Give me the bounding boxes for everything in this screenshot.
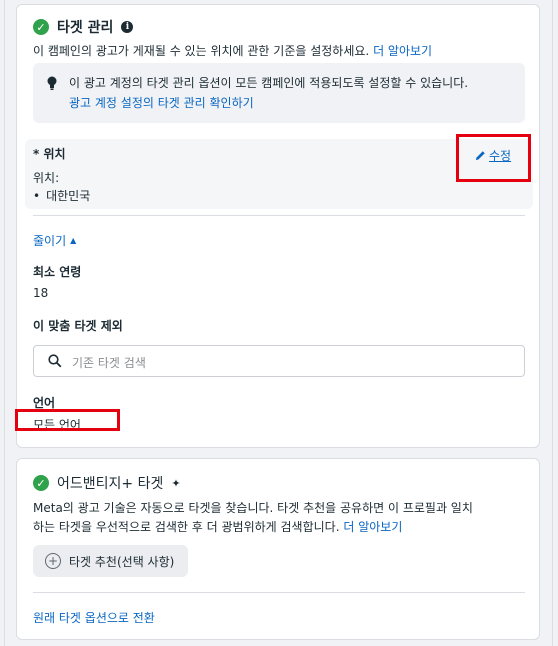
- switch-targeting-link[interactable]: 원래 타겟 옵션으로 전환: [33, 609, 155, 626]
- advantage-description-line2-row: 하는 타겟을 우선적으로 검색한 후 더 광범위하게 검색합니다. 더 알아보기: [33, 518, 473, 537]
- divider: [33, 215, 525, 216]
- targeting-header: ✓ 타겟 관리 i: [33, 17, 134, 37]
- advantage-description-line2: 하는 타겟을 우선적으로 검색한 후 더 광범위하게 검색합니다.: [33, 520, 340, 534]
- exclude-audience-label: 이 맞춤 타겟 제외: [33, 319, 123, 333]
- advantage-card: ✓ 어드밴티지+ 타겟 ✦ Meta의 광고 기술은 자동으로 타겟을 찾습니다…: [16, 458, 540, 640]
- check-circle-icon: ✓: [33, 19, 49, 35]
- advantage-description-line1: Meta의 광고 기술은 자동으로 타겟을 찾습니다. 타겟 추천을 공유하면 …: [33, 501, 473, 515]
- location-label: * 위치: [33, 147, 66, 161]
- check-circle-icon: ✓: [33, 475, 49, 491]
- location-value: 대한민국: [46, 189, 91, 203]
- right-border: [552, 0, 553, 646]
- collapse-label: 줄이기: [33, 234, 67, 248]
- suggest-audience-label: 타겟 추천(선택 사항): [69, 554, 175, 569]
- account-controls-notice: 이 광고 계정의 타겟 관리 옵션이 모든 캠페인에 적용되도록 설정할 수 있…: [33, 63, 525, 123]
- highlight-language-box: [15, 409, 120, 431]
- targeting-description: 이 캠페인의 광고가 게재될 수 있는 위치에 관한 기준을 설정하세요.: [33, 44, 370, 58]
- search-placeholder: 기존 타겟 검색: [72, 356, 146, 370]
- highlight-edit-box: [456, 134, 531, 182]
- targeting-title: 타겟 관리: [57, 20, 114, 36]
- min-age-value: 18: [33, 286, 49, 300]
- caret-up-icon: ▲: [70, 236, 77, 245]
- suggest-audience-button[interactable]: + 타겟 추천(선택 사항): [33, 545, 189, 577]
- collapse-button[interactable]: 줄이기 ▲: [33, 232, 76, 249]
- targeting-card: ✓ 타겟 관리 i 이 캠페인의 광고가 게재될 수 있는 위치에 관한 기준을…: [16, 4, 540, 448]
- advantage-header: ✓ 어드밴티지+ 타겟 ✦: [33, 473, 181, 493]
- left-border: [4, 0, 5, 646]
- account-settings-link[interactable]: 광고 계정 설정의 타겟 관리 확인하기: [69, 93, 513, 113]
- advantage-title: 어드밴티지+ 타겟: [57, 476, 164, 492]
- advantage-learn-more-link[interactable]: 더 알아보기: [343, 520, 402, 534]
- search-icon: [48, 354, 62, 368]
- plus-circle-icon: +: [45, 553, 61, 569]
- info-icon[interactable]: i: [121, 21, 134, 33]
- notice-text: 이 광고 계정의 타겟 관리 옵션이 모든 캠페인에 적용되도록 설정할 수 있…: [69, 76, 469, 90]
- min-age-label: 최소 연령: [33, 265, 82, 279]
- divider: [33, 592, 525, 593]
- lightbulb-icon: [47, 76, 57, 90]
- location-value-row: • 대한민국: [33, 187, 90, 204]
- learn-more-link[interactable]: 더 알아보기: [373, 44, 432, 58]
- sparkle-icon: ✦: [171, 476, 181, 490]
- advantage-description: Meta의 광고 기술은 자동으로 타겟을 찾습니다. 타겟 추천을 공유하면 …: [33, 499, 473, 537]
- targeting-description-row: 이 캠페인의 광고가 게재될 수 있는 위치에 관한 기준을 설정하세요. 더 …: [33, 42, 432, 59]
- location-sub-label: 위치:: [33, 171, 60, 185]
- bullet: •: [33, 189, 41, 203]
- audience-search-input[interactable]: 기존 타겟 검색: [33, 345, 525, 377]
